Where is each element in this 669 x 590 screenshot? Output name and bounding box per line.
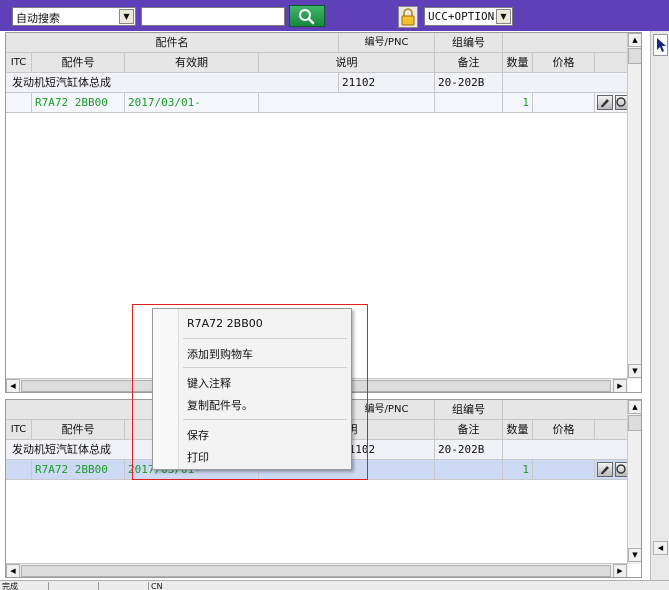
- scroll-up-arrow-icon[interactable]: ▲: [628, 400, 641, 414]
- header-pnc[interactable]: 编号/PNC: [339, 33, 435, 53]
- scroll-left-arrow-icon[interactable]: ◀: [653, 541, 668, 555]
- menu-item-add-to-cart[interactable]: 添加到购物车: [187, 346, 253, 362]
- context-menu-header: R7A72 2BB00: [187, 317, 263, 330]
- pencil-icon[interactable]: [597, 95, 613, 110]
- header-itc[interactable]: ITC: [6, 53, 32, 73]
- chevron-down-icon[interactable]: ▼: [496, 9, 511, 24]
- bottom-vertical-scrollbar[interactable]: ▲ ▼: [627, 400, 641, 564]
- status-text: 完成: [2, 582, 18, 590]
- right-side-pane: ◀: [650, 31, 669, 580]
- price-cell[interactable]: [533, 460, 595, 480]
- cursor-tool-button[interactable]: [653, 34, 668, 56]
- magnifier-icon: [299, 9, 315, 25]
- menu-separator: [183, 338, 347, 339]
- filter-value: UCC+OPTION: [428, 10, 495, 23]
- validity-cell[interactable]: 2017/03/01-: [125, 93, 259, 113]
- header-part-name[interactable]: 配件名: [6, 33, 339, 53]
- menu-item-save[interactable]: 保存: [187, 427, 209, 443]
- pencil-icon[interactable]: [597, 462, 613, 477]
- header-qty[interactable]: 数量: [503, 420, 533, 440]
- header-validity[interactable]: 有效期: [125, 53, 259, 73]
- main-row-filler: [503, 73, 628, 93]
- qty-cell[interactable]: 1: [503, 93, 533, 113]
- search-mode-select[interactable]: 自动搜索 ▼: [12, 7, 136, 26]
- header-remark[interactable]: 备注: [435, 420, 503, 440]
- price-cell[interactable]: [533, 93, 595, 113]
- bottom-horizontal-scrollbar[interactable]: ◀ ▶: [6, 563, 628, 577]
- group-no-cell[interactable]: 20-202B: [435, 73, 503, 93]
- scroll-thumb[interactable]: [21, 565, 611, 577]
- header-blank: [503, 400, 628, 420]
- itc-cell[interactable]: [6, 93, 32, 113]
- part-name-cell[interactable]: 发动机短汽缸体总成: [6, 73, 339, 93]
- menu-item-print[interactable]: 打印: [187, 449, 209, 465]
- search-button[interactable]: [289, 5, 325, 27]
- header-description[interactable]: 说明: [259, 53, 435, 73]
- scroll-up-arrow-icon[interactable]: ▲: [628, 33, 641, 47]
- context-menu-gutter: [153, 309, 179, 469]
- search-input[interactable]: [141, 7, 285, 26]
- header-group-no[interactable]: 组编号: [435, 33, 503, 53]
- description-cell[interactable]: [259, 93, 435, 113]
- menu-separator: [183, 419, 347, 420]
- remark-cell[interactable]: [435, 93, 503, 113]
- main-row-filler: [503, 440, 628, 460]
- cursor-arrow-icon: [657, 38, 666, 52]
- scroll-left-arrow-icon[interactable]: ◀: [6, 379, 20, 392]
- header-part-no[interactable]: 配件号: [32, 53, 125, 73]
- group-no-cell[interactable]: 20-202B: [435, 440, 503, 460]
- header-group-no[interactable]: 组编号: [435, 400, 503, 420]
- qty-cell[interactable]: 1: [503, 460, 533, 480]
- top-vertical-scrollbar[interactable]: ▲ ▼: [627, 33, 641, 379]
- header-actions: [595, 420, 628, 440]
- menu-separator: [183, 367, 347, 368]
- part-no-cell[interactable]: R7A72 2BB00: [32, 93, 125, 113]
- menu-item-add-note[interactable]: 键入注释: [187, 375, 231, 391]
- remark-cell[interactable]: [435, 460, 503, 480]
- header-price[interactable]: 价格: [533, 53, 595, 73]
- header-blank: [503, 33, 628, 53]
- menu-item-copy-part-no[interactable]: 复制配件号。: [187, 397, 253, 413]
- status-bar: 完成 CN: [0, 580, 669, 590]
- chevron-down-icon[interactable]: ▼: [119, 9, 134, 24]
- status-language: CN: [148, 582, 208, 590]
- part-no-cell[interactable]: R7A72 2BB00: [32, 460, 125, 480]
- scroll-thumb[interactable]: [628, 48, 641, 64]
- scroll-down-arrow-icon[interactable]: ▼: [628, 364, 641, 378]
- header-itc[interactable]: ITC: [6, 420, 32, 440]
- scroll-left-arrow-icon[interactable]: ◀: [6, 564, 20, 577]
- header-price[interactable]: 价格: [533, 420, 595, 440]
- scroll-thumb[interactable]: [628, 415, 641, 431]
- status-segment: [98, 582, 148, 590]
- header-part-no[interactable]: 配件号: [32, 420, 125, 440]
- status-segment: [48, 582, 98, 590]
- header-qty[interactable]: 数量: [503, 53, 533, 73]
- scroll-right-arrow-icon[interactable]: ▶: [613, 379, 627, 392]
- toolbar: 自动搜索 ▼ UCC+OPTION ▼: [0, 0, 669, 31]
- header-remark[interactable]: 备注: [435, 53, 503, 73]
- scroll-right-arrow-icon[interactable]: ▶: [613, 564, 627, 577]
- lock-icon: [401, 8, 415, 26]
- filter-select[interactable]: UCC+OPTION ▼: [424, 7, 513, 26]
- itc-cell[interactable]: [6, 460, 32, 480]
- lock-button[interactable]: [398, 6, 418, 28]
- scroll-down-arrow-icon[interactable]: ▼: [628, 548, 641, 562]
- header-actions: [595, 53, 628, 73]
- context-menu: R7A72 2BB00 添加到购物车 键入注释 复制配件号。 保存 打印: [152, 308, 352, 470]
- search-mode-value: 自动搜索: [16, 12, 60, 25]
- pnc-cell[interactable]: 21102: [339, 73, 435, 93]
